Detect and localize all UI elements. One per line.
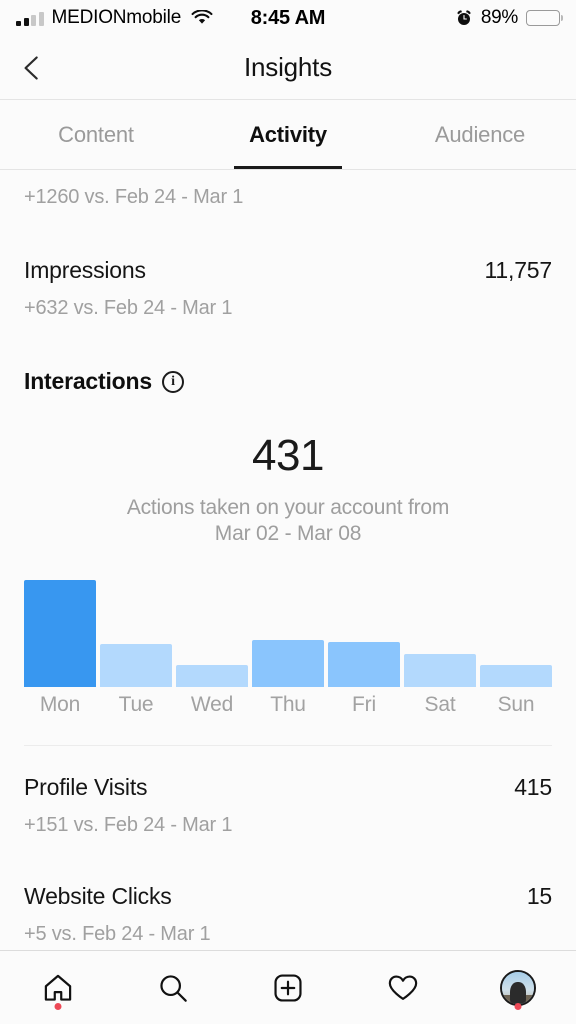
metric-delta-impressions: +632 vs. Feb 24 - Mar 1 (24, 297, 233, 319)
metric-label-website-clicks: Website Clicks (24, 883, 172, 910)
metric-row-profile-visits[interactable]: Profile Visits 415 +151 vs. Feb 24 - Mar… (0, 746, 576, 837)
battery-percent-label: 89% (480, 7, 518, 28)
tab-search[interactable] (115, 951, 230, 1024)
tab-home[interactable] (0, 951, 115, 1024)
interactions-bar-chart[interactable] (24, 580, 552, 688)
profile-avatar[interactable] (500, 969, 537, 1006)
bar-fri[interactable] (328, 642, 400, 688)
metric-delta-website-clicks: +5 vs. Feb 24 - Mar 1 (24, 923, 211, 946)
back-button[interactable] (0, 36, 64, 100)
metric-value-website-clicks: 15 (526, 883, 552, 910)
profile-badge-dot (514, 1003, 522, 1010)
bar-label-wed: Wed (190, 693, 234, 717)
interactions-total: 431 (0, 395, 576, 481)
bar-tue[interactable] (100, 644, 172, 688)
metric-value-impressions: 11,757 (484, 257, 553, 283)
search-icon (160, 974, 187, 1002)
tab-audience[interactable]: Audience (384, 100, 576, 169)
bar-label-tue: Tue (118, 693, 154, 717)
tab-profile[interactable] (461, 951, 576, 1024)
metric-row-partial: +1260 vs. Feb 24 - Mar 1 (0, 170, 576, 209)
wifi-icon (191, 9, 213, 26)
battery-icon (526, 10, 560, 26)
interactions-section-header: Interactions i (0, 320, 576, 395)
status-bar: MEDIONmobile 8:45 AM 89% (0, 0, 576, 36)
interactions-caption: Actions taken on your account from Mar 0… (0, 481, 576, 546)
bar-sun[interactable] (480, 665, 552, 688)
bar-mon[interactable] (24, 580, 96, 688)
metric-row-website-clicks[interactable]: Website Clicks 15 +5 vs. Feb 24 - Mar 1 (0, 837, 576, 946)
status-bar-left: MEDIONmobile (16, 7, 213, 29)
tab-add-post[interactable] (230, 951, 345, 1024)
chart-day-labels: Mon Tue Wed Thu Fri Sat Sun (24, 687, 552, 717)
tab-activity-feed[interactable] (346, 951, 461, 1024)
info-circle-icon[interactable]: i (161, 370, 184, 393)
home-icon (44, 974, 71, 1001)
carrier-label: MEDIONmobile (51, 7, 182, 28)
chevron-left-icon (24, 55, 38, 80)
bar-label-sun: Sun (497, 693, 535, 717)
metric-row-impressions[interactable]: Impressions 11,757 +632 vs. Feb 24 - Mar… (0, 209, 576, 320)
cellular-signal-icon (16, 11, 44, 26)
bar-label-mon: Mon (39, 693, 81, 717)
interactions-caption-line1: Actions taken on your account from (126, 496, 450, 519)
bar-label-sat: Sat (424, 693, 456, 717)
nav-header: Insights (0, 36, 576, 100)
metric-delta-profile-visits: +151 vs. Feb 24 - Mar 1 (24, 814, 233, 837)
bar-label-fri: Fri (352, 693, 376, 717)
bar-thu[interactable] (252, 640, 324, 688)
bar-wed[interactable] (176, 665, 248, 688)
insights-screen: MEDIONmobile 8:45 AM 89% Insights Conten… (0, 0, 576, 1024)
add-post-icon (274, 973, 302, 1002)
metric-label-impressions: Impressions (24, 257, 146, 283)
bar-label-thu: Thu (270, 693, 306, 717)
interactions-count: 431 (252, 431, 324, 480)
page-title: Insights (243, 52, 332, 82)
home-badge-dot (54, 1003, 62, 1010)
metric-delta-accounts-reached: +1260 vs. Feb 24 - Mar 1 (24, 186, 244, 208)
interactions-caption-line2: Mar 02 - Mar 08 (214, 521, 362, 545)
section-title-interactions: Interactions (24, 368, 152, 394)
insights-tabs: Content Activity Audience (0, 100, 576, 170)
metric-label-profile-visits: Profile Visits (24, 774, 148, 801)
heart-icon (388, 974, 418, 1000)
status-bar-right: 89% (455, 7, 560, 29)
metric-value-profile-visits: 415 (514, 774, 552, 801)
bar-sat[interactable] (404, 654, 476, 688)
bottom-tab-bar (0, 950, 576, 1024)
activity-content[interactable]: +1260 vs. Feb 24 - Mar 1 Impressions 11,… (0, 170, 576, 950)
tab-activity[interactable]: Activity (192, 100, 384, 169)
alarm-clock-icon (455, 9, 473, 27)
tab-content[interactable]: Content (0, 100, 192, 169)
